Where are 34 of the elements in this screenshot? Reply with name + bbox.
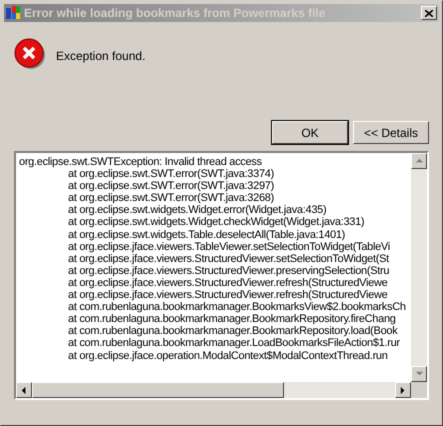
up-arrow-icon xyxy=(414,156,424,166)
stack-trace-line: at org.eclipse.swt.SWT.error(SWT.java:3374) xyxy=(68,168,274,180)
scroll-down-button[interactable] xyxy=(411,366,427,382)
stack-trace-line: at org.eclipse.swt.widgets.Widget.checkWidget(Widget.java:331) xyxy=(68,216,364,229)
dialog-button[interactable]: << Details xyxy=(353,121,429,144)
stack-trace-line: at com.rubenlaguna.bookmarkmanager.BookmarksView$2.bookmarksCh xyxy=(68,301,406,314)
error-message: Exception found. xyxy=(56,48,146,65)
dialog-button[interactable]: OK xyxy=(272,121,348,144)
stack-trace-line: at org.eclipse.jface.viewers.StructuredViewer.preservingSelection(Stru xyxy=(68,264,390,277)
close-button[interactable] xyxy=(421,6,437,20)
scroll-right-button[interactable] xyxy=(395,382,411,398)
scroll-left-button[interactable] xyxy=(16,382,32,398)
stack-trace-line: at com.rubenlaguna.bookmarkmanager.BookmarkRepository.load(Book xyxy=(68,325,398,338)
vertical-scrollbar[interactable] xyxy=(411,153,427,382)
stack-trace-line: at org.eclipse.jface.viewers.TableViewer.setSelectionToWidget(TableVi xyxy=(68,240,390,253)
stack-trace-line: at org.eclipse.jface.viewers.StructuredViewer.refresh(StructuredViewe xyxy=(68,289,388,302)
stack-trace-line: at org.eclipse.swt.widgets.Table.deselectAll(Table.java:1401) xyxy=(68,228,346,241)
scrollbar-corner xyxy=(411,382,427,398)
app-icon xyxy=(6,6,22,20)
stack-trace-line: at org.eclipse.jface.viewers.StructuredViewer.setSelectionToWidget(St xyxy=(68,252,389,265)
horizontal-scrollbar[interactable] xyxy=(16,382,411,398)
left-arrow-icon xyxy=(20,386,28,394)
close-icon xyxy=(425,10,433,16)
stack-trace-line: at org.eclipse.swt.SWT.error(SWT.java:3268) xyxy=(68,192,274,204)
stack-trace-line: at org.eclipse.jface.operation.ModalContext$ModalContextThread.run xyxy=(68,350,388,362)
error-icon xyxy=(14,38,46,70)
stack-trace-line: at com.rubenlaguna.bookmarkmanager.BookmarkRepository.fireChang xyxy=(68,313,396,326)
stack-trace-line: at org.eclipse.jface.viewers.StructuredViewer.refresh(StructuredViewe xyxy=(68,276,388,290)
stack-trace-line: at org.eclipse.swt.SWT.error(SWT.java:3297) xyxy=(68,180,274,192)
scrollbar-thumb[interactable] xyxy=(32,382,284,398)
exception-line: org.eclipse.swt.SWTException: Invalid thread access xyxy=(19,156,262,168)
stack-trace-line: at com.rubenlaguna.bookmarkmanager.LoadBookmarksFileAction$1.rur xyxy=(68,337,400,350)
scroll-up-button[interactable] xyxy=(411,153,427,169)
stack-trace-line: at org.eclipse.swt.widgets.Widget.error(Widget.java:435) xyxy=(68,204,326,216)
